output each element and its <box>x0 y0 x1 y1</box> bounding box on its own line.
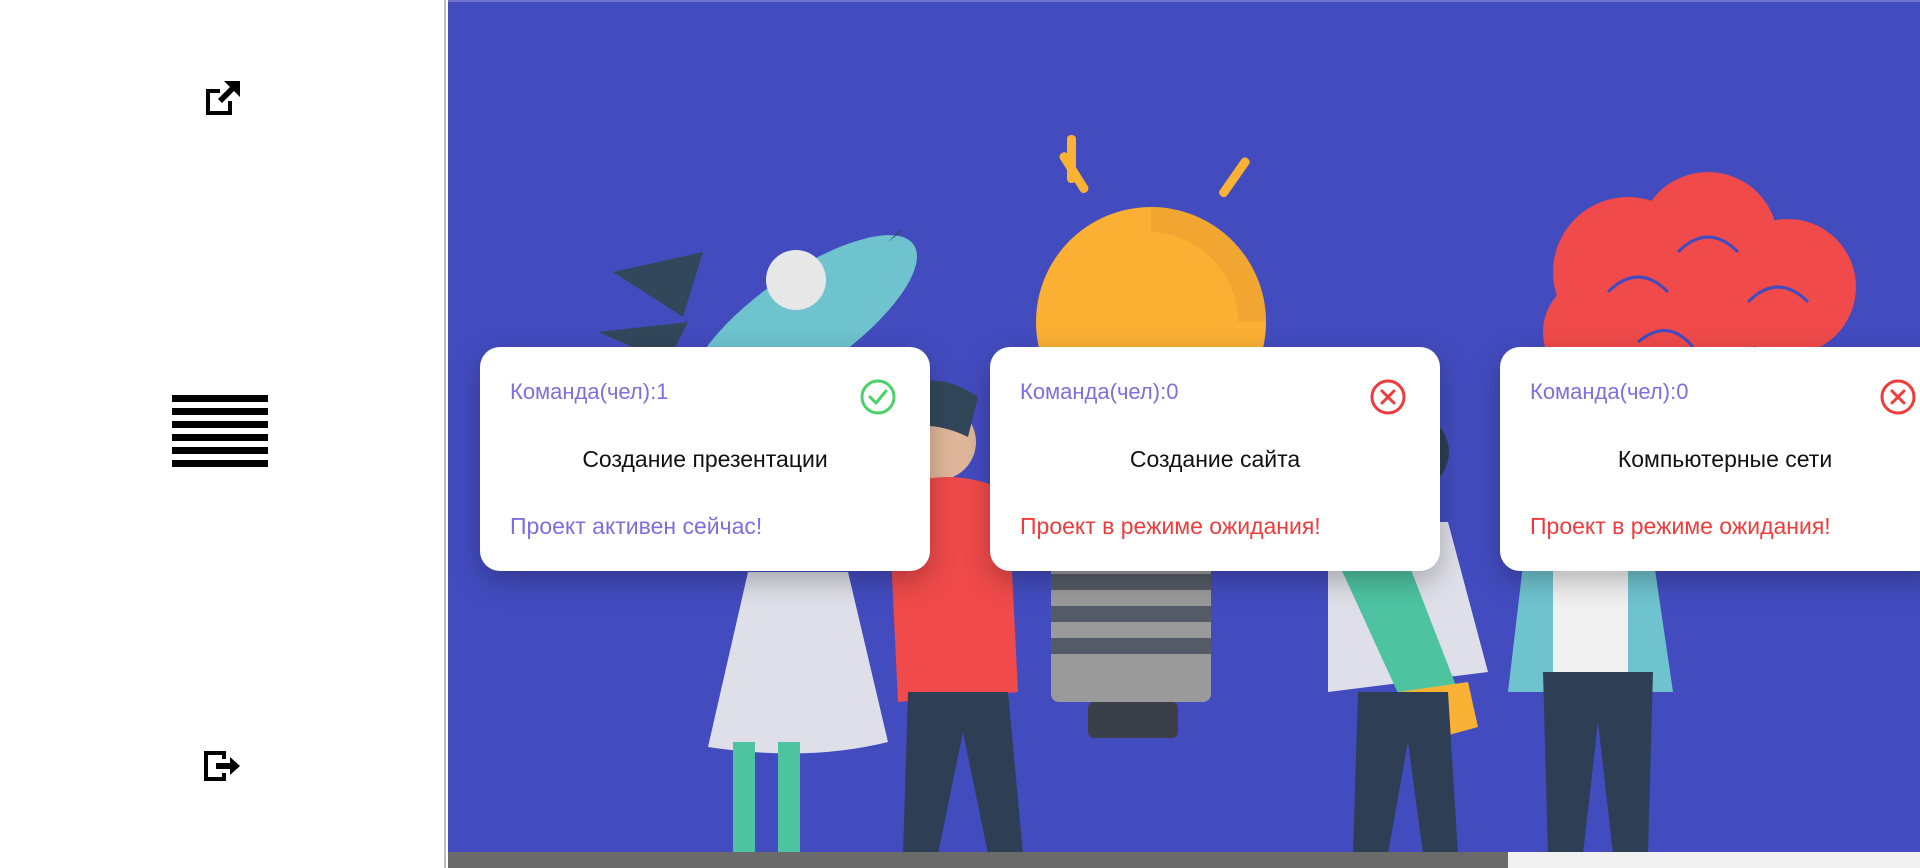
project-status: Проект в режиме ожидания! <box>1020 513 1321 539</box>
project-card[interactable]: Команда(чел):0 Создание сайта Проект в р… <box>990 347 1440 571</box>
scrollbar-thumb[interactable] <box>448 852 1508 868</box>
menu-button[interactable] <box>168 390 272 474</box>
x-circle-icon <box>1880 379 1916 415</box>
logout-icon <box>204 751 240 781</box>
external-link-icon <box>206 81 240 115</box>
main-content: Команда(чел):1 Создание презентации Прое… <box>448 0 1920 868</box>
open-external-button[interactable] <box>196 76 248 120</box>
x-circle-icon <box>1370 379 1406 415</box>
horizontal-scrollbar[interactable] <box>448 852 1920 868</box>
hamburger-menu-icon <box>172 395 268 467</box>
project-status: Проект в режиме ожидания! <box>1530 513 1831 539</box>
project-card[interactable]: Команда(чел):1 Создание презентации Прое… <box>480 347 930 571</box>
check-circle-icon <box>860 379 896 415</box>
sidebar <box>0 0 446 868</box>
logout-button[interactable] <box>196 744 248 788</box>
project-status: Проект активен сейчас! <box>510 513 763 539</box>
project-title: Компьютерные сети <box>1617 446 1833 472</box>
team-count: Команда(чел):0 <box>1530 379 1689 404</box>
team-count: Команда(чел):0 <box>1020 379 1179 404</box>
project-card[interactable]: Команда(чел):0 Компьютерные сети Проект … <box>1500 347 1920 571</box>
team-count: Команда(чел):1 <box>510 379 669 404</box>
project-title: Создание презентации <box>582 446 828 472</box>
app-root: Команда(чел):1 Создание презентации Прое… <box>0 0 1920 868</box>
project-title: Создание сайта <box>1129 446 1301 472</box>
